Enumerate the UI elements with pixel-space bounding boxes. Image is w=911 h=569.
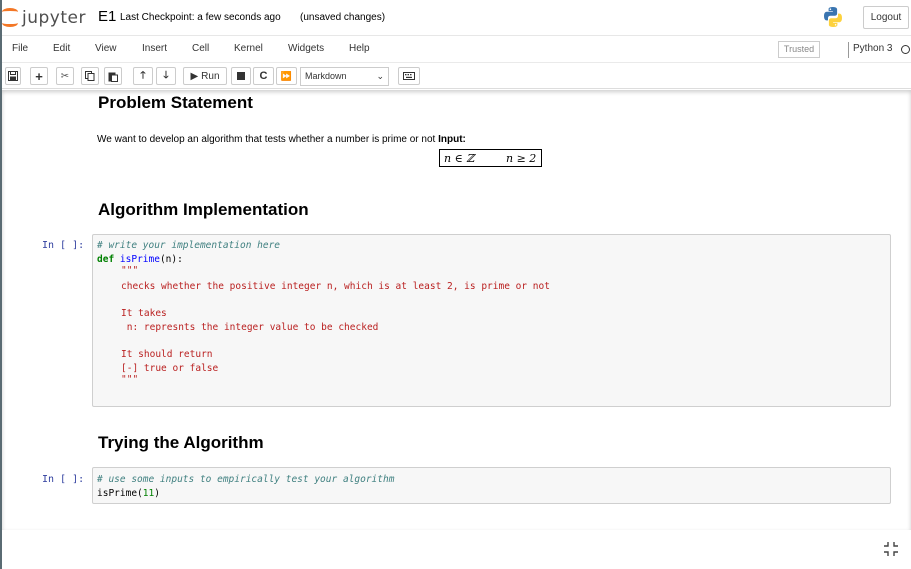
collapse-icon[interactable] — [883, 541, 899, 557]
math-box: n ∈ ℤ n ≥ 2 — [439, 149, 542, 167]
copy-icon — [85, 71, 95, 81]
move-down-button[interactable]: 🡓 — [156, 67, 176, 85]
chevron-down-icon: ⌄ — [376, 71, 384, 81]
impl-code-cell[interactable]: # write your implementation here def isP… — [92, 234, 891, 407]
code-line: def isPrime(n): — [97, 254, 183, 265]
run-label: Run — [201, 70, 220, 82]
kernel-name[interactable]: Python 3 — [853, 43, 892, 54]
keyboard-icon — [403, 72, 415, 80]
try-prompt: In [ ]: — [42, 474, 85, 485]
notebook-header: jupyter E1 Last Checkpoint: a few second… — [2, 0, 911, 36]
code-params: (n): — [159, 254, 183, 265]
paste-icon — [108, 72, 118, 82]
code-line: """ — [121, 265, 139, 276]
save-button[interactable] — [5, 67, 21, 85]
fast-forward-icon: ⏩ — [280, 70, 293, 81]
paste-button[interactable] — [104, 67, 122, 85]
logo-text: jupyter — [22, 8, 86, 28]
code-line: """ — [121, 374, 139, 385]
logout-button[interactable]: Logout — [863, 6, 909, 29]
play-icon: ▶ — [190, 70, 199, 82]
code-call: isPrime( — [97, 488, 143, 499]
math-right: n ≥ 2 — [506, 151, 537, 165]
problem-text-body: We want to develop an algorithm that tes… — [97, 134, 439, 145]
stop-icon — [237, 72, 245, 80]
code-paren: ) — [154, 488, 160, 499]
impl-heading: Algorithm Implementation — [98, 200, 309, 219]
math-left: n ∈ ℤ — [444, 151, 475, 165]
save-icon — [8, 71, 18, 81]
try-code-cell[interactable]: # use some inputs to empirically test yo… — [92, 467, 891, 504]
problem-heading: Problem Statement — [98, 93, 253, 112]
checkpoint-status: Last Checkpoint: a few seconds ago — [120, 12, 281, 23]
insert-cell-button[interactable]: + — [30, 67, 48, 85]
arrow-down-icon: 🡓 — [163, 69, 169, 81]
toolbar: + ✂ 🡑 🡓 ▶ Run C ⏩ Markdown ⌄ — [2, 64, 911, 89]
move-up-button[interactable]: 🡑 — [133, 67, 153, 85]
code-line: It should return — [121, 349, 213, 360]
menu-cell[interactable]: Cell — [192, 43, 209, 54]
menu-edit[interactable]: Edit — [53, 43, 70, 54]
code-keyword: def — [97, 254, 115, 265]
try-heading: Trying the Algorithm — [98, 433, 264, 452]
kernel-idle-icon — [901, 45, 910, 54]
cell-type-select[interactable]: Markdown ⌄ — [300, 67, 389, 86]
restart-icon: C — [259, 70, 268, 82]
trusted-indicator[interactable]: Trusted — [778, 41, 820, 58]
menu-widgets[interactable]: Widgets — [288, 43, 324, 54]
notebook-name[interactable]: E1 — [98, 8, 116, 25]
code-line: isPrime(11) — [97, 488, 160, 499]
impl-prompt: In [ ]: — [42, 240, 85, 251]
run-button[interactable]: ▶ Run — [183, 67, 227, 85]
plus-icon: + — [35, 68, 43, 84]
command-palette-button[interactable] — [398, 67, 420, 85]
browser-frame: jupyter E1 Last Checkpoint: a few second… — [0, 0, 911, 569]
code-line: checks whether the positive integer n, w… — [121, 281, 550, 292]
jupyter-mark-icon — [2, 7, 18, 29]
kernel-divider — [848, 42, 849, 58]
code-line: # use some inputs to empirically test yo… — [97, 474, 395, 485]
arrow-up-icon: 🡑 — [140, 69, 146, 81]
menu-view[interactable]: View — [95, 43, 117, 54]
cell-type-value: Markdown — [305, 71, 347, 81]
footer-bar — [2, 530, 911, 569]
cut-button[interactable]: ✂ — [56, 67, 74, 85]
code-line: n: represnts the integer value to be che… — [121, 322, 379, 333]
code-line: It takes — [121, 308, 167, 319]
code-function-name: isPrime — [119, 254, 160, 265]
interrupt-button[interactable] — [231, 67, 251, 85]
menubar: File Edit View Insert Cell Kernel Widget… — [2, 37, 911, 63]
code-line: # write your implementation here — [97, 240, 281, 251]
jupyter-logo[interactable]: jupyter — [2, 6, 86, 30]
unsaved-status: (unsaved changes) — [300, 12, 386, 23]
code-line: [-] true or false — [121, 363, 219, 374]
restart-button[interactable]: C — [253, 67, 274, 85]
restart-run-all-button[interactable]: ⏩ — [276, 67, 297, 85]
input-label: Input: — [438, 134, 466, 145]
problem-text: We want to develop an algorithm that tes… — [97, 134, 466, 145]
menu-kernel[interactable]: Kernel — [234, 43, 263, 54]
menu-help[interactable]: Help — [349, 43, 370, 54]
code-number: 11 — [142, 488, 155, 499]
scissors-icon: ✂ — [60, 70, 70, 82]
menu-file[interactable]: File — [12, 43, 28, 54]
copy-button[interactable] — [81, 67, 99, 85]
menu-insert[interactable]: Insert — [142, 43, 167, 54]
python-logo-icon — [824, 7, 842, 27]
